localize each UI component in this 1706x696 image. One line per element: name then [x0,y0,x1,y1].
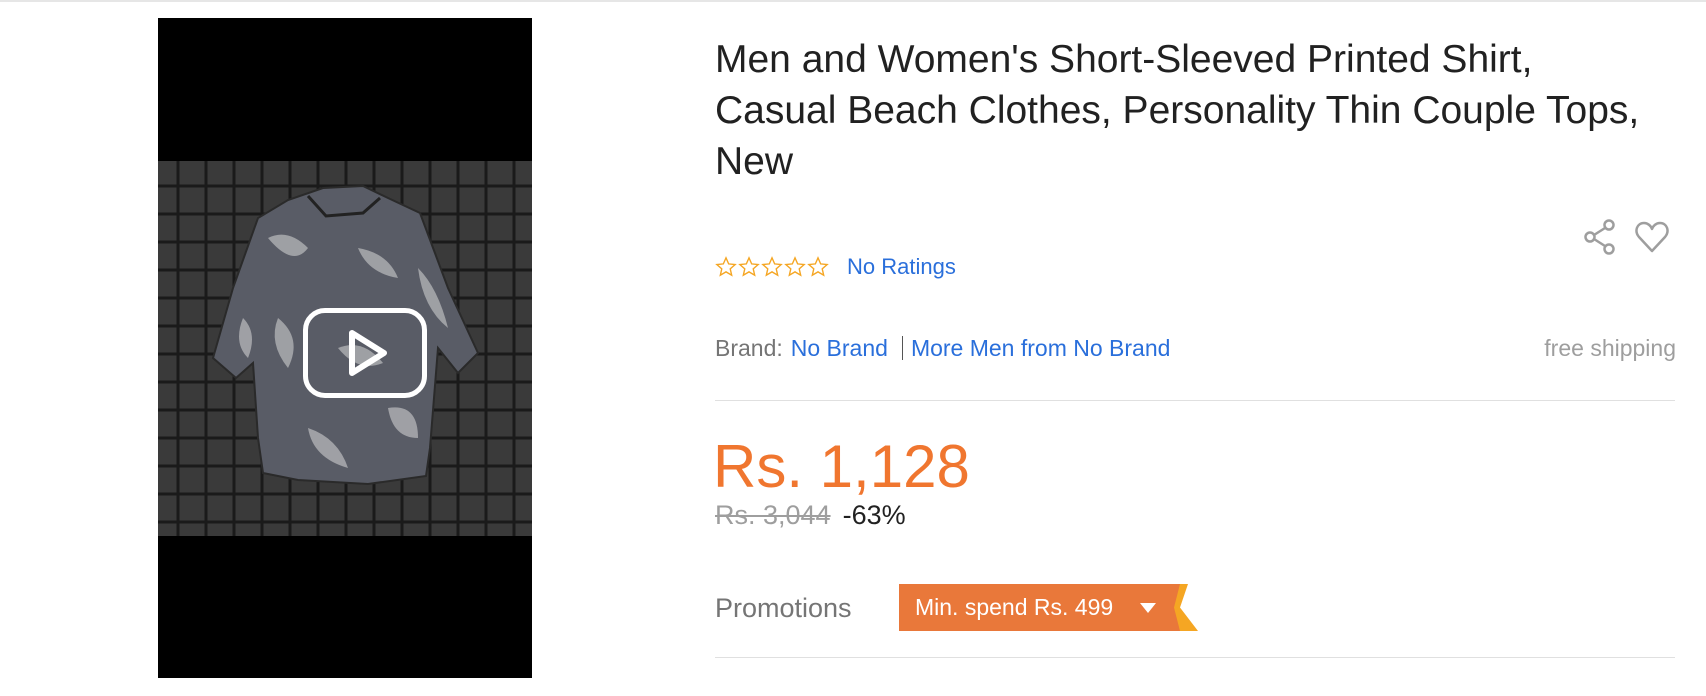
action-icons [1582,218,1670,256]
rating-stars [715,256,829,278]
share-icon[interactable] [1582,218,1618,256]
brand-link[interactable]: No Brand [791,335,888,362]
play-icon [349,330,387,376]
free-shipping-label: free shipping [1544,335,1676,361]
promotion-tag-tail [1170,584,1199,631]
product-title: Men and Women's Short-Sleeved Printed Sh… [715,38,1640,183]
promotion-tag[interactable]: Min. spend Rs. 499 [899,584,1199,631]
star-outline-icon [738,256,760,277]
ratings-row: No Ratings [715,252,956,282]
star-outline-icon [807,256,829,277]
price-comparison: Rs. 3,044 -63% [715,500,906,536]
ratings-link[interactable]: No Ratings [847,254,956,280]
divider [715,400,1675,401]
product-detail-page: Men and Women's Short-Sleeved Printed Sh… [0,0,1706,696]
promotion-tag-body: Min. spend Rs. 499 [899,584,1171,631]
star-outline-icon [761,256,783,277]
heart-icon[interactable] [1634,218,1670,256]
top-divider [0,0,1706,2]
star-outline-icon [784,256,806,277]
play-button[interactable] [303,308,427,398]
caret-down-icon [1140,602,1157,613]
discount-badge: -63% [842,500,906,530]
promotion-tag-text: Min. spend Rs. 499 [915,594,1114,620]
original-price: Rs. 3,044 [715,500,831,530]
divider [715,657,1675,658]
current-price: Rs. 1,128 [713,433,970,500]
brand-label: Brand: [715,334,783,361]
brand-separator [901,336,903,360]
promotions-label: Promotions [715,593,852,623]
more-from-brand-link[interactable]: More Men from No Brand [911,335,1170,362]
product-video-player[interactable] [158,18,532,678]
brand-row: Brand: No Brand More Men from No Brand [715,333,1170,363]
star-outline-icon [715,256,737,277]
